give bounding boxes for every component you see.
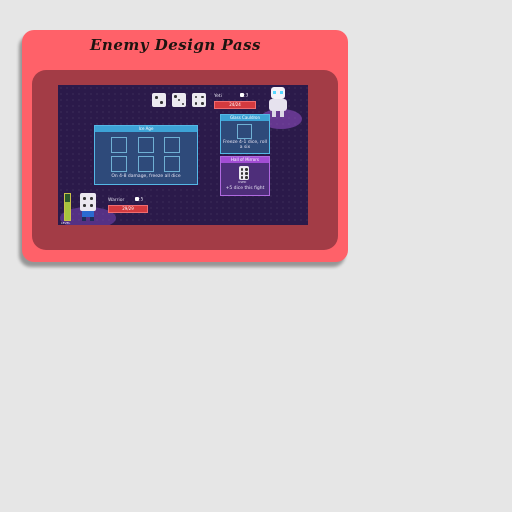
ice-age-panel[interactable]: Ice Age On 4-8 damage, freeze all dice [94,125,198,185]
dice-slot[interactable] [138,137,154,153]
enemy-name: Yeti [214,94,222,99]
dice-slot[interactable] [164,156,180,172]
enemy-hp-bar: 24/24 [214,101,256,109]
dice-slot[interactable] [111,137,127,153]
dice-slot[interactable] [138,156,154,172]
enemy-die-2[interactable] [172,93,186,107]
screenshot-frame: Yeti :3 24/24 Ice Age On 4-8 damage, fre… [32,70,338,250]
glass-cauldron-text: Freeze 4-1 dice, roll a six [222,140,268,150]
card-title: Enemy Design Pass [90,36,261,54]
hall-of-mirrors-used: USED [238,180,247,184]
player-hp-bar: 29/29 [108,205,148,213]
player-name: Warrior [108,198,125,203]
glass-cauldron-panel[interactable]: Glass Cauldron Freeze 4-1 dice, roll a s… [220,114,270,154]
glass-cauldron-title: Glass Cauldron [221,115,269,121]
level-bar [64,193,71,221]
mirror-die [239,166,249,180]
hall-of-mirrors-text: +5 dice this fight [225,186,265,191]
ice-age-text: On 4-8 damage, freeze all dice [111,174,181,179]
dice-slot[interactable] [164,137,180,153]
design-card: Enemy Design Pass Yeti :3 24/24 Ice Age … [22,30,348,262]
enemy-die-1[interactable] [152,93,166,107]
enemy-dice-count-value: :3 [244,93,249,99]
enemy-die-3[interactable] [192,93,206,107]
player-dice-count-value: :5 [139,197,144,203]
yeti-sprite[interactable] [268,87,288,117]
game-screen: Yeti :3 24/24 Ice Age On 4-8 damage, fre… [58,85,308,225]
level-label: LEVEL [61,221,71,225]
warrior-sprite[interactable] [78,193,98,221]
dice-slot[interactable] [237,124,252,139]
dice-slot[interactable] [111,156,127,172]
enemy-dice-count: :3 [240,93,248,99]
player-dice-count: :5 [135,197,143,203]
ice-age-title: Ice Age [95,126,197,132]
hall-of-mirrors-title: Hall of Mirrors [221,157,269,163]
hall-of-mirrors-panel[interactable]: Hall of Mirrors USED +5 dice this fight [220,156,270,196]
